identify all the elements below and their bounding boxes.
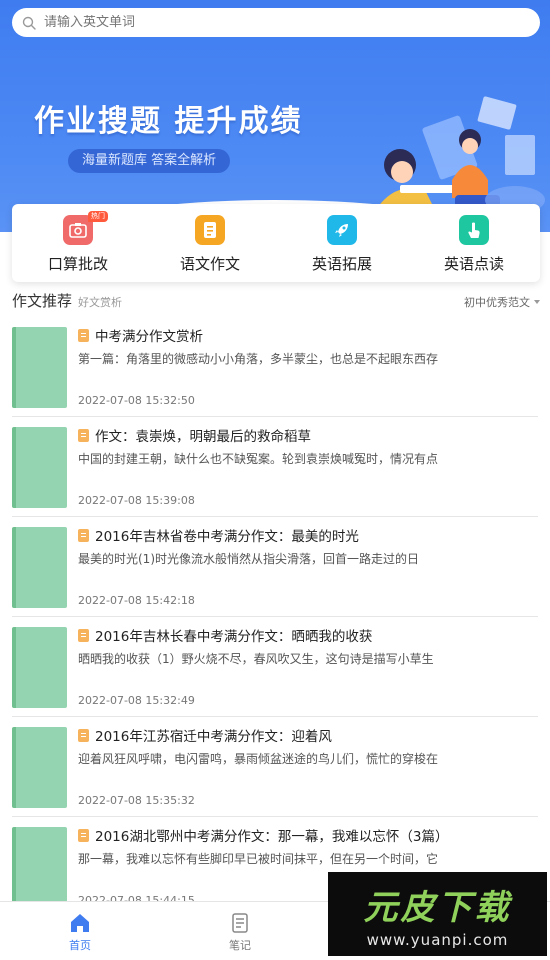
- book-cover-thumbnail: [12, 527, 67, 608]
- article-title: 2016年江苏宿迁中考满分作文：迎着风: [95, 729, 332, 745]
- article-excerpt: 迎着风狂风呼啸，电闪雷鸣，暴雨倾盆迷途的鸟儿们，慌忙的穿梭在: [78, 752, 439, 766]
- banner-title: 作业搜题 提升成绩: [34, 104, 303, 139]
- document-icon: [78, 629, 89, 642]
- article-timestamp: 2022-07-08 15:42:18: [78, 594, 195, 607]
- document-icon: [78, 429, 89, 442]
- header-banner: 作业搜题 提升成绩 海量新题库 答案全解析: [0, 0, 550, 232]
- quick-action-label: 英语拓展: [311, 255, 372, 273]
- chevron-down-icon: [534, 300, 540, 304]
- article-list: 中考满分作文赏析 第一篇：角落里的微感动小小角落，多半蒙尘，也总是不起眼东西存 …: [0, 317, 550, 917]
- watermark-url: www.yuanpi.com: [366, 930, 509, 949]
- article-timestamp: 2022-07-08 15:39:08: [78, 494, 195, 507]
- banner-subtitle: 海量新题库 答案全解析: [68, 149, 231, 173]
- article-excerpt: 最美的时光(1)时光像流水般悄然从指尖滑落，回首一路走过的日: [78, 552, 420, 566]
- quick-action-chinese-essay[interactable]: 语文作文: [144, 204, 276, 282]
- document-icon: [78, 829, 89, 842]
- article-excerpt: 那一幕，我难以忘怀有些脚印早已被时间抹平，但在另一个时间，它: [78, 852, 439, 866]
- grade-filter-dropdown[interactable]: 初中优秀范文: [464, 294, 540, 310]
- studying-illustration-icon: [370, 96, 545, 220]
- search-input[interactable]: [44, 15, 524, 30]
- book-cover-thumbnail: [12, 427, 67, 508]
- list-item[interactable]: 2016年吉林省卷中考满分作文：最美的时光 最美的时光(1)时光像流水般悄然从指…: [12, 517, 538, 617]
- article-timestamp: 2022-07-08 15:35:32: [78, 794, 195, 807]
- quick-action-label: 口算批改: [47, 255, 108, 273]
- article-timestamp: 2022-07-08 15:32:50: [78, 394, 195, 407]
- notes-icon: [232, 913, 248, 933]
- article-excerpt: 中国的封建王朝，缺什么也不缺冤案。轮到袁崇焕喊冤时，情况有点: [78, 452, 439, 466]
- list-item[interactable]: 2016年吉林长春中考满分作文：晒晒我的收获 晒晒我的收获（1）野火烧不尽，春风…: [12, 617, 538, 717]
- article-title: 中考满分作文赏析: [95, 329, 203, 345]
- quick-action-english-extend[interactable]: 英语拓展: [276, 204, 408, 282]
- watermark-logo: 元皮下载 www.yuanpi.com: [328, 872, 547, 956]
- document-icon: [78, 529, 89, 542]
- article-title: 2016年吉林省卷中考满分作文：最美的时光: [95, 529, 359, 545]
- article-title: 作文：袁崇焕，明朝最后的救命稻草: [95, 429, 311, 445]
- tab-label: 笔记: [229, 939, 251, 952]
- rocket-icon: [327, 215, 357, 245]
- list-item[interactable]: 2016年江苏宿迁中考满分作文：迎着风 迎着风狂风呼啸，电闪雷鸣，暴雨倾盆迷途的…: [12, 717, 538, 817]
- book-cover-thumbnail: [12, 627, 67, 708]
- hot-badge: 热门: [88, 211, 108, 222]
- article-title: 2016湖北鄂州中考满分作文：那一幕，我难以忘怀（3篇）: [95, 829, 449, 845]
- book-cover-thumbnail: [12, 727, 67, 808]
- quick-action-oral-math[interactable]: 热门 口算批改: [12, 204, 144, 282]
- quick-actions-card: 热门 口算批改 语文作文 英语拓展 英语点读: [12, 204, 540, 282]
- tab-label: 首页: [69, 939, 91, 952]
- touch-icon: [459, 215, 489, 245]
- list-item[interactable]: 作文：袁崇焕，明朝最后的救命稻草 中国的封建王朝，缺什么也不缺冤案。轮到袁崇焕喊…: [12, 417, 538, 517]
- section-subtitle: 好文赏析: [78, 296, 123, 309]
- tab-home[interactable]: 首页: [0, 902, 160, 960]
- document-icon: [78, 329, 89, 342]
- document-icon: [78, 729, 89, 742]
- list-item[interactable]: 中考满分作文赏析 第一篇：角落里的微感动小小角落，多半蒙尘，也总是不起眼东西存 …: [12, 317, 538, 417]
- document-icon: [195, 215, 225, 245]
- article-title: 2016年吉林长春中考满分作文：晒晒我的收获: [95, 629, 373, 645]
- article-timestamp: 2022-07-08 15:32:49: [78, 694, 195, 707]
- watermark-text: 元皮下载: [363, 887, 512, 928]
- search-icon: [22, 16, 36, 30]
- quick-action-english-read[interactable]: 英语点读: [408, 204, 540, 282]
- book-cover-thumbnail: [12, 327, 67, 408]
- section-header: 作文推荐 好文赏析 初中优秀范文: [12, 290, 540, 312]
- tab-notes[interactable]: 笔记: [160, 902, 320, 960]
- article-excerpt: 晒晒我的收获（1）野火烧不尽，春风吹又生，这句诗是描写小草生: [78, 652, 434, 666]
- section-title: 作文推荐: [12, 292, 73, 310]
- grade-filter-label: 初中优秀范文: [464, 296, 530, 309]
- home-icon: [71, 914, 89, 932]
- book-cover-thumbnail: [12, 827, 67, 908]
- quick-action-label: 英语点读: [443, 255, 504, 273]
- article-excerpt: 第一篇：角落里的微感动小小角落，多半蒙尘，也总是不起眼东西存: [78, 352, 439, 366]
- quick-action-label: 语文作文: [179, 255, 240, 273]
- search-bar[interactable]: [12, 8, 540, 37]
